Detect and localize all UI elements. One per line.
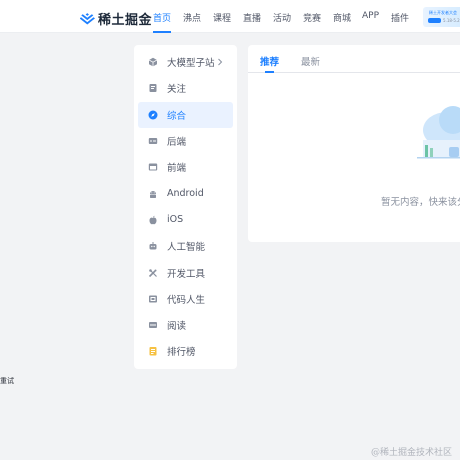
- nav-app[interactable]: APP: [362, 11, 379, 21]
- browser-icon: [148, 162, 158, 172]
- nav-contests[interactable]: 竞赛: [303, 11, 321, 24]
- banner-date: 5.18-5.2: [443, 18, 460, 23]
- sidebar-item-label: 后端: [167, 137, 187, 149]
- tools-icon: [148, 268, 158, 278]
- sidebar-item-backend[interactable]: 后端: [138, 128, 233, 154]
- bookmark-icon: [148, 83, 158, 93]
- sidebar-item-following[interactable]: 关注: [138, 75, 233, 101]
- nav-courses[interactable]: 课程: [213, 11, 231, 24]
- nav-home[interactable]: 首页: [153, 11, 171, 24]
- banner-badge: [428, 18, 441, 23]
- sidebar-item-label: 前端: [167, 163, 187, 175]
- book-icon: [148, 320, 158, 330]
- sidebar-item-label: 阅读: [167, 321, 187, 333]
- sidebar-item-reading[interactable]: 阅读: [138, 312, 233, 338]
- feed-tabs: 推荐 最新: [248, 45, 460, 73]
- sidebar-item-ios[interactable]: iOS: [138, 207, 233, 233]
- site-logo[interactable]: 稀土掘金: [80, 9, 152, 28]
- category-sidebar: 大模型子站 关注 综合 后端 前端 Android iOS 人工智能 开发工具 …: [134, 45, 237, 369]
- robot-icon: [148, 241, 158, 251]
- sidebar-item-label: 开发工具: [167, 268, 206, 280]
- sidebar-item-label: 排行榜: [167, 347, 196, 359]
- nav-pins[interactable]: 沸点: [183, 11, 201, 24]
- event-banner[interactable]: 稀土开发者大会 5.18-5.2: [423, 7, 460, 27]
- sidebar-item-devtools[interactable]: 开发工具: [138, 259, 233, 285]
- nav-active-indicator: [153, 31, 171, 33]
- sidebar-item-label: iOS: [167, 214, 184, 226]
- compass-icon: [148, 110, 158, 120]
- code-file-icon: [148, 294, 158, 304]
- cube-icon: [148, 57, 158, 67]
- tab-active-indicator: [265, 71, 274, 73]
- sidebar-item-general[interactable]: 综合: [138, 101, 233, 128]
- sidebar-item-android[interactable]: Android: [138, 180, 233, 206]
- server-icon: [148, 136, 158, 146]
- sidebar-item-frontend[interactable]: 前端: [138, 154, 233, 180]
- logo-text: 稀土掘金: [98, 13, 153, 28]
- trophy-icon: [148, 346, 158, 356]
- banner-title: 稀土开发者大会: [429, 10, 457, 15]
- empty-state-illustration: [417, 106, 460, 159]
- apple-icon: [148, 215, 158, 225]
- nav-plugins[interactable]: 插件: [391, 11, 409, 24]
- sidebar-item-label: 人工智能: [167, 242, 206, 254]
- sidebar-item-ai[interactable]: 人工智能: [138, 233, 233, 259]
- sidebar-item-label: 代码人生: [167, 294, 206, 306]
- nav-live[interactable]: 直播: [243, 11, 261, 24]
- sidebar-item-ranking[interactable]: 排行榜: [138, 338, 233, 364]
- nav-shop[interactable]: 商城: [333, 11, 351, 24]
- sidebar-item-llm[interactable]: 大模型子站: [138, 49, 233, 75]
- chevron-right-icon: [218, 58, 223, 66]
- tab-latest[interactable]: 最新: [301, 54, 320, 68]
- juejin-logo-icon: [80, 12, 95, 25]
- android-icon: [148, 189, 158, 199]
- watermark: @稀土掘金技术社区: [371, 448, 453, 458]
- tab-recommended[interactable]: 推荐: [260, 54, 279, 68]
- sidebar-item-coding-life[interactable]: 代码人生: [138, 286, 233, 312]
- top-header: 稀土掘金 首页 沸点 课程 直播 活动 竞赛 商城 APP 插件 稀土开发者大会…: [0, 0, 460, 33]
- empty-state-text: 暂无内容，快来该分: [381, 197, 460, 208]
- sidebar-item-label: 大模型子站: [167, 58, 215, 70]
- nav-events[interactable]: 活动: [273, 11, 291, 24]
- sidebar-item-label: 综合: [167, 110, 187, 122]
- sidebar-item-label: Android: [167, 188, 204, 200]
- sidebar-item-label: 关注: [167, 84, 187, 96]
- retry-link[interactable]: 重试: [0, 376, 14, 386]
